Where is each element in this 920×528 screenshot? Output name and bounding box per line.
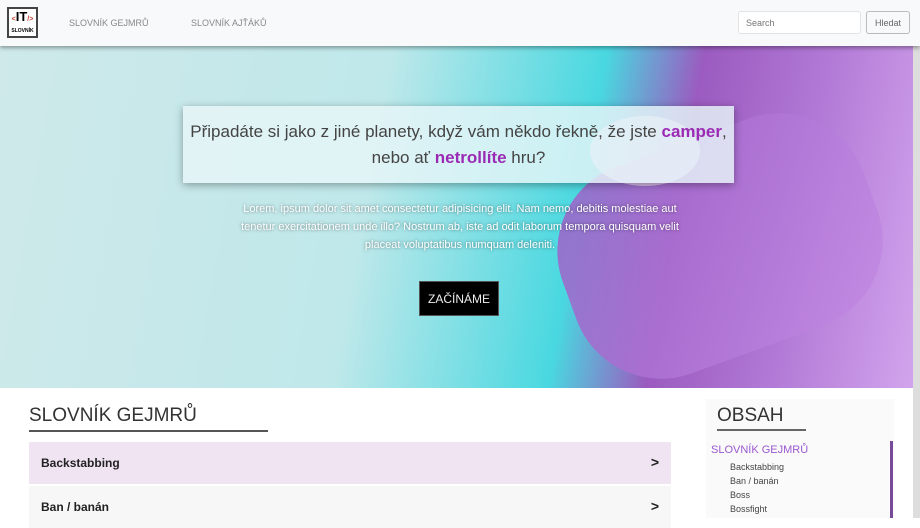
search-input[interactable] bbox=[738, 11, 861, 34]
hero-description: Lorem, ipsum dolor sit amet consectetur … bbox=[241, 203, 679, 251]
table-of-contents: OBSAH SLOVNÍK GEJMRŮ Backstabbing Ban / … bbox=[706, 399, 894, 518]
toc-item[interactable]: Bossfight bbox=[730, 504, 767, 514]
navbar: <IT/> SLOVNÍK SLOVNÍK GEJMRŮ SLOVNÍK AJŤÁ… bbox=[0, 0, 920, 46]
chevron-right-icon: > bbox=[650, 498, 659, 514]
highlight-camper: camper bbox=[661, 122, 722, 141]
highlight-netrollite: netrollíte bbox=[434, 148, 507, 167]
nav-link-slovnik-ajtaku[interactable]: SLOVNÍK AJŤÁKŮ bbox=[191, 18, 267, 28]
search-button[interactable]: Hledat bbox=[866, 11, 910, 34]
scrollbar[interactable] bbox=[913, 46, 920, 518]
entry-row[interactable]: Backstabbing > bbox=[29, 442, 671, 484]
chevron-right-icon: > bbox=[650, 454, 659, 470]
toc-item[interactable]: Boss bbox=[730, 490, 750, 500]
toc-section-link[interactable]: SLOVNÍK GEJMRŮ bbox=[711, 444, 808, 456]
logo[interactable]: <IT/> SLOVNÍK bbox=[7, 7, 38, 38]
hero-banner: Připadáte si jako z jiné planety, když v… bbox=[0, 46, 920, 388]
nav-link-slovnik-gejmru[interactable]: SLOVNÍK GEJMRŮ bbox=[69, 18, 149, 28]
toc-item[interactable]: Ban / banán bbox=[730, 476, 779, 486]
section-title: SLOVNÍK GEJMRŮ bbox=[29, 405, 268, 432]
toc-indicator bbox=[890, 441, 893, 518]
entry-row[interactable]: Ban / banán > bbox=[29, 486, 671, 528]
start-button[interactable]: ZAČÍNÁME bbox=[419, 281, 499, 316]
toc-title: OBSAH bbox=[717, 405, 806, 431]
hero-quote: Připadáte si jako z jiné planety, když v… bbox=[183, 106, 734, 183]
toc-item[interactable]: Backstabbing bbox=[730, 462, 784, 472]
